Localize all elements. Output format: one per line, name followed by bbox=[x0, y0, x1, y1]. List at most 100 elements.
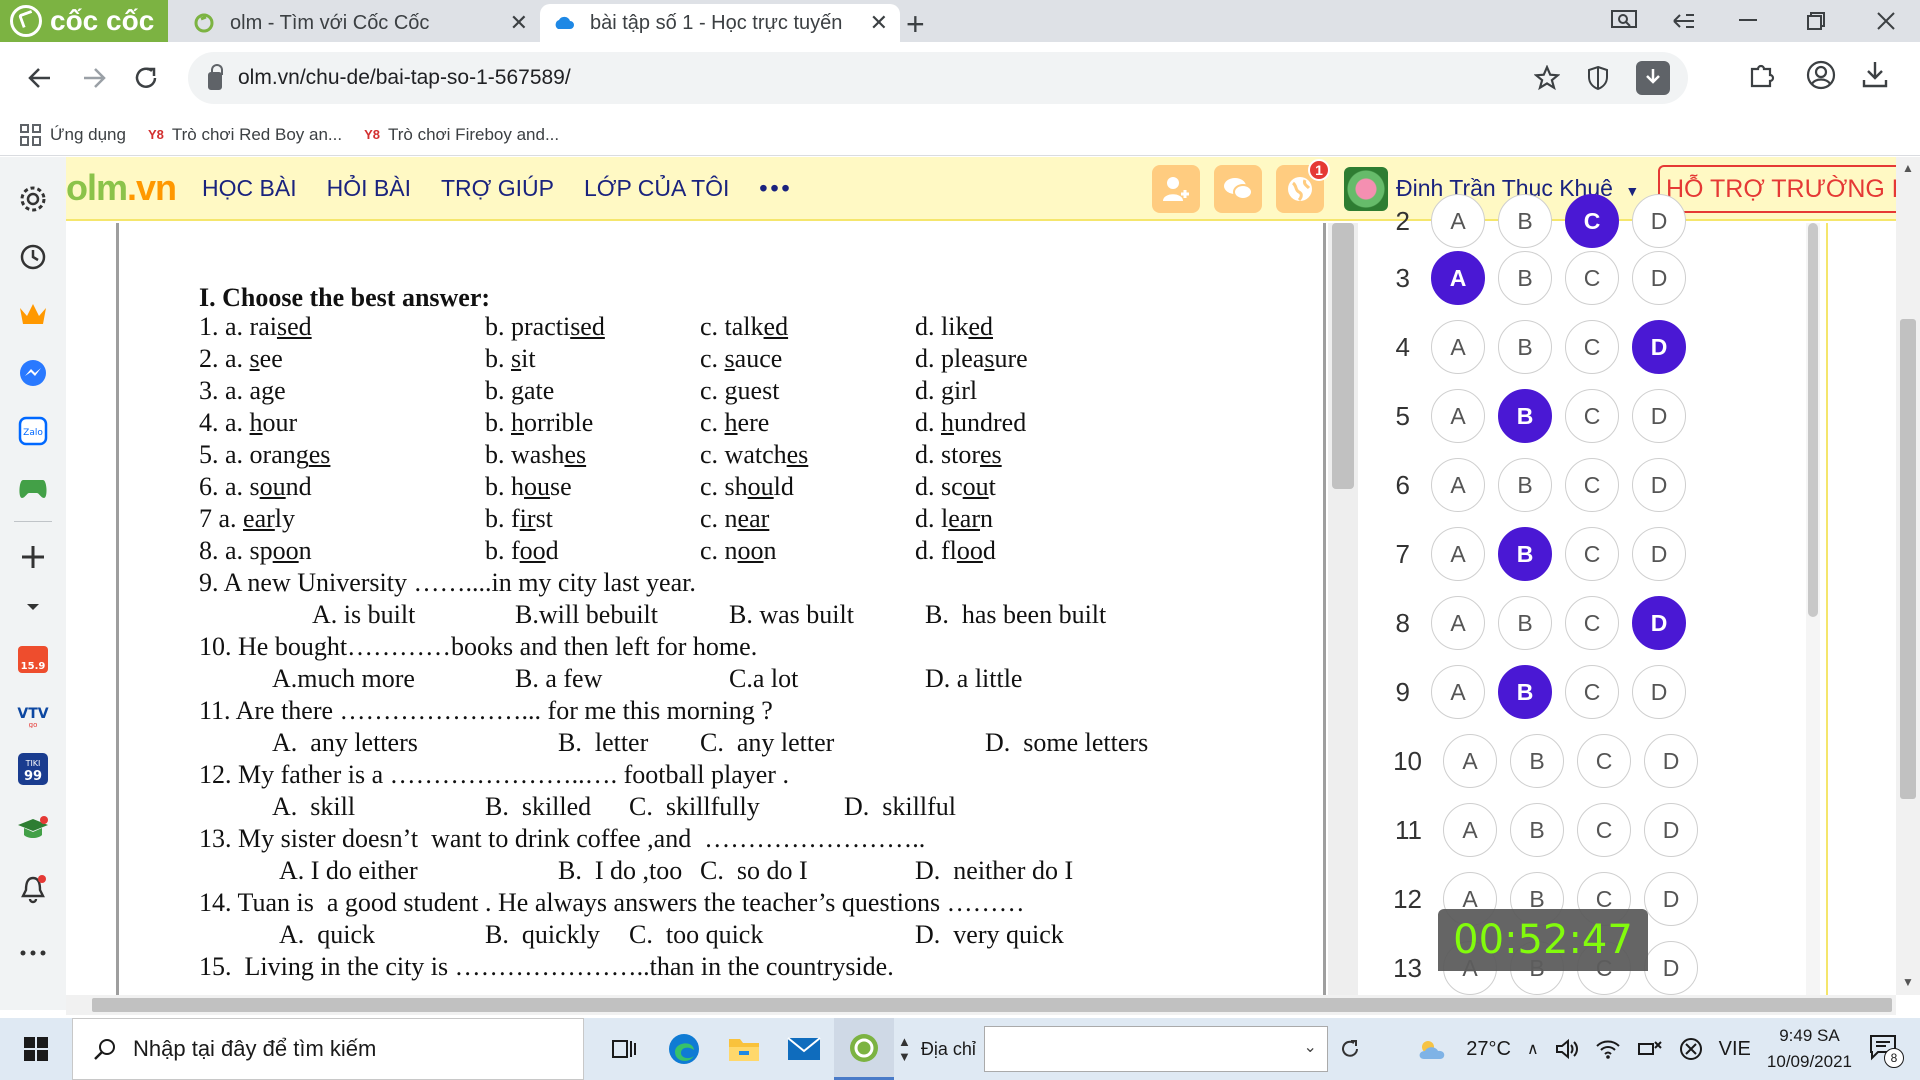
olm-logo[interactable]: olm.vn bbox=[66, 167, 177, 209]
option-b[interactable]: B bbox=[1498, 320, 1552, 374]
minimize-icon[interactable] bbox=[1718, 0, 1778, 42]
horizontal-scroll-thumb[interactable] bbox=[92, 998, 1892, 1012]
option-b[interactable]: B bbox=[1498, 194, 1552, 248]
edge-browser-icon[interactable] bbox=[654, 1018, 714, 1080]
tab-close-icon[interactable]: ✕ bbox=[870, 10, 888, 36]
option-c[interactable]: C bbox=[1577, 734, 1631, 788]
option-a[interactable]: A bbox=[1431, 596, 1485, 650]
option-c[interactable]: C bbox=[1565, 596, 1619, 650]
refresh-icon[interactable] bbox=[1328, 1018, 1372, 1080]
page-horizontal-scrollbar[interactable] bbox=[66, 995, 1896, 1015]
chevron-down-icon[interactable] bbox=[13, 587, 53, 627]
back-history-icon[interactable] bbox=[1654, 0, 1714, 42]
answer-sheet-scroll-thumb[interactable] bbox=[1808, 223, 1818, 617]
shield-icon[interactable] bbox=[1586, 65, 1610, 91]
add-friend-icon[interactable] bbox=[1152, 165, 1200, 213]
option-a[interactable]: A bbox=[1431, 527, 1485, 581]
option-a[interactable]: A bbox=[1443, 803, 1497, 857]
option-c[interactable]: C bbox=[1565, 527, 1619, 581]
scroll-up-arrow-icon[interactable]: ▲ bbox=[1902, 161, 1914, 175]
option-b[interactable]: B bbox=[1498, 389, 1552, 443]
downloads-icon[interactable] bbox=[1862, 60, 1888, 95]
more-dots-icon[interactable] bbox=[13, 933, 53, 973]
worksheet-scrollbar[interactable] bbox=[1328, 223, 1358, 995]
option-b[interactable]: B bbox=[1498, 665, 1552, 719]
option-d[interactable]: D bbox=[1632, 527, 1686, 581]
globe-notifications-icon[interactable]: 1 bbox=[1276, 159, 1330, 213]
crown-icon[interactable] bbox=[13, 295, 53, 335]
gamepad-icon[interactable] bbox=[13, 469, 53, 509]
option-c[interactable]: C bbox=[1565, 458, 1619, 512]
file-explorer-icon[interactable] bbox=[714, 1018, 774, 1080]
taskbar-scroll-arrows[interactable]: ▲ ▼ bbox=[898, 1034, 911, 1064]
bookmark-red-boy[interactable]: Y8 Trò chơi Red Boy an... bbox=[148, 125, 342, 145]
option-d[interactable]: D bbox=[1632, 251, 1686, 305]
address-toolbar-input[interactable]: ⌄ bbox=[983, 1026, 1328, 1072]
tab-bai-tap[interactable]: bài tập số 1 - Học trực tuyến ✕ bbox=[540, 4, 900, 42]
network-disconnected-icon[interactable] bbox=[1637, 1038, 1663, 1060]
option-d[interactable]: D bbox=[1632, 665, 1686, 719]
tab-search-icon[interactable] bbox=[1594, 0, 1654, 42]
nav-more-dots[interactable]: ••• bbox=[759, 175, 792, 202]
option-b[interactable]: B bbox=[1498, 458, 1552, 512]
option-c[interactable]: C bbox=[1565, 320, 1619, 374]
reload-icon[interactable] bbox=[128, 60, 164, 96]
option-c[interactable]: C bbox=[1577, 803, 1631, 857]
option-d[interactable]: D bbox=[1632, 389, 1686, 443]
mail-icon[interactable] bbox=[774, 1018, 834, 1080]
wifi-icon[interactable] bbox=[1595, 1038, 1621, 1060]
option-d[interactable]: D bbox=[1644, 872, 1698, 926]
restore-icon[interactable] bbox=[1786, 0, 1846, 42]
download-arrow-icon[interactable] bbox=[1636, 61, 1670, 95]
page-vertical-scrollbar[interactable]: ▲ ▼ bbox=[1896, 157, 1920, 995]
taskbar-search-box[interactable]: Nhập tại đây để tìm kiếm bbox=[72, 1018, 584, 1080]
add-plus-icon[interactable] bbox=[13, 537, 53, 577]
star-bookmark-icon[interactable] bbox=[1534, 65, 1560, 91]
coccoc-taskbar-icon[interactable] bbox=[834, 1018, 894, 1080]
option-c[interactable]: C bbox=[1565, 665, 1619, 719]
blocked-circle-icon[interactable] bbox=[1679, 1037, 1703, 1061]
option-d[interactable]: D bbox=[1644, 734, 1698, 788]
option-a[interactable]: A bbox=[1431, 458, 1485, 512]
option-d[interactable]: D bbox=[1632, 194, 1686, 248]
option-a[interactable]: A bbox=[1431, 194, 1485, 248]
option-b[interactable]: B bbox=[1510, 803, 1564, 857]
option-d[interactable]: D bbox=[1632, 320, 1686, 374]
shopee-sale-icon[interactable]: 15.9 bbox=[13, 637, 53, 677]
action-center-button[interactable]: 8 bbox=[1868, 1032, 1904, 1068]
option-b[interactable]: B bbox=[1498, 596, 1552, 650]
volume-icon[interactable] bbox=[1555, 1038, 1579, 1060]
back-arrow-icon[interactable] bbox=[22, 60, 58, 96]
tab-close-icon[interactable]: ✕ bbox=[510, 10, 528, 36]
coccoc-brand-button[interactable]: cốc cốc bbox=[0, 0, 168, 42]
zalo-icon[interactable]: Zalo bbox=[13, 411, 53, 451]
tiki-icon[interactable]: TIKI 99 bbox=[13, 749, 53, 789]
page-scroll-thumb[interactable] bbox=[1900, 319, 1916, 799]
option-d[interactable]: D bbox=[1644, 941, 1698, 995]
nav-hoc-bai[interactable]: HỌC BÀI bbox=[202, 175, 297, 202]
option-d[interactable]: D bbox=[1644, 803, 1698, 857]
option-d[interactable]: D bbox=[1632, 458, 1686, 512]
chevron-up-icon[interactable]: ▲ bbox=[898, 1034, 911, 1049]
address-bar[interactable]: olm.vn/chu-de/bai-tap-so-1-567589/ bbox=[188, 52, 1688, 104]
option-a[interactable]: A bbox=[1431, 665, 1485, 719]
messenger-icon[interactable] bbox=[13, 353, 53, 393]
settings-gear-icon[interactable] bbox=[13, 179, 53, 219]
tray-chevron-up-icon[interactable]: ∧ bbox=[1527, 1039, 1539, 1059]
chat-bubbles-icon[interactable] bbox=[1214, 165, 1262, 213]
nav-lop-cua-toi[interactable]: LỚP CỦA TÔI bbox=[584, 175, 729, 202]
option-c[interactable]: C bbox=[1565, 389, 1619, 443]
weather-icon[interactable] bbox=[1416, 1037, 1450, 1061]
extensions-puzzle-icon[interactable] bbox=[1748, 60, 1776, 95]
new-tab-button[interactable]: + bbox=[906, 6, 925, 43]
option-a[interactable]: A bbox=[1443, 734, 1497, 788]
input-language[interactable]: VIE bbox=[1719, 1038, 1751, 1061]
graduation-cap-icon[interactable] bbox=[13, 809, 53, 849]
close-window-icon[interactable] bbox=[1856, 0, 1916, 42]
notification-bell-icon[interactable] bbox=[13, 869, 53, 909]
option-a[interactable]: A bbox=[1431, 320, 1485, 374]
option-a[interactable]: A bbox=[1431, 251, 1485, 305]
system-clock[interactable]: 9:49 SA 10/09/2021 bbox=[1767, 1023, 1852, 1075]
answer-sheet-scrollbar[interactable] bbox=[1806, 223, 1820, 995]
forward-arrow-icon[interactable] bbox=[76, 60, 112, 96]
